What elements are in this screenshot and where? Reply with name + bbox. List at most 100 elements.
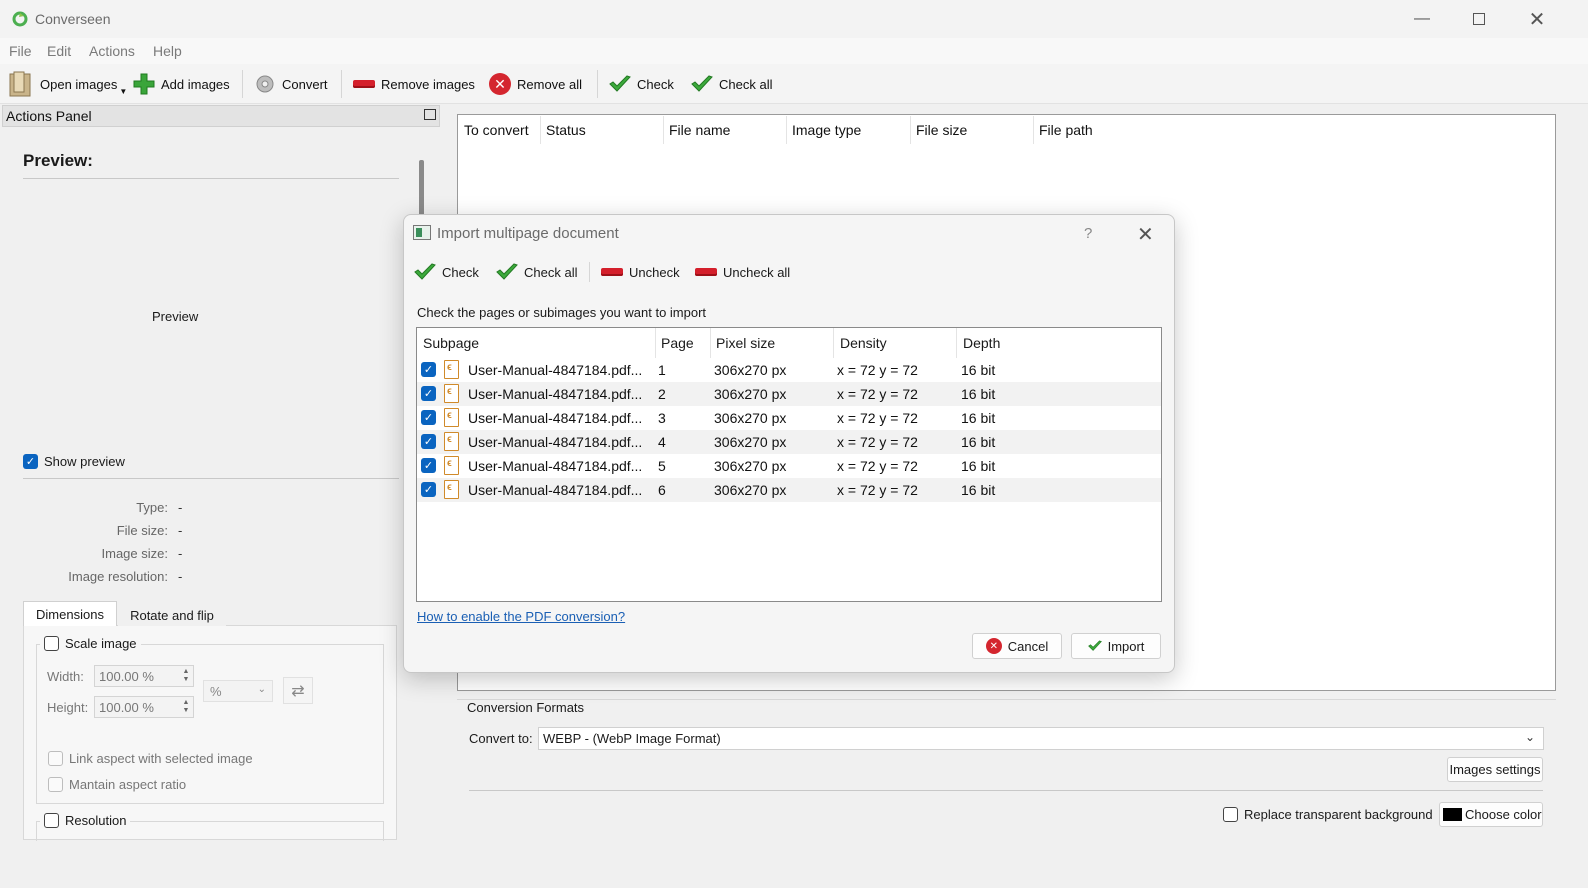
cancel-button[interactable]: ✕ Cancel	[972, 633, 1062, 659]
height-spinbox[interactable]: 100.00 % ▲ ▼	[94, 696, 194, 718]
subpage-name: User-Manual-4847184.pdf...	[468, 410, 643, 426]
tab-rotate-and-flip[interactable]: Rotate and flip	[118, 604, 226, 626]
col-to-convert[interactable]: To convert	[464, 122, 529, 138]
col-page[interactable]: Page	[661, 335, 694, 351]
width-value: 100.00 %	[99, 669, 154, 684]
scale-image-checkbox[interactable]	[44, 636, 59, 651]
format-value: WEBP - (WebP Image Format)	[543, 731, 721, 746]
add-images-button[interactable]: Add images	[133, 70, 230, 98]
dialog-app-icon-inner	[416, 228, 422, 237]
col-file-size[interactable]: File size	[916, 122, 967, 138]
replace-bg-checkbox[interactable]	[1223, 807, 1238, 822]
row-checkbox[interactable]: ✓	[421, 434, 436, 449]
width-label: Width:	[47, 669, 84, 684]
preview-heading: Preview:	[23, 151, 93, 170]
spin-arrows-icon[interactable]: ▲ ▼	[181, 668, 191, 684]
table-row[interactable]: ✓ ϵ User-Manual-4847184.pdf... 2 306x270…	[417, 382, 1161, 406]
open-images-button[interactable]: Open images ▼	[8, 70, 127, 98]
menu-help[interactable]: Help	[153, 43, 182, 59]
scale-image-label: Scale image	[65, 636, 137, 651]
check-button[interactable]: Check	[609, 70, 674, 98]
row-checkbox[interactable]: ✓	[421, 458, 436, 473]
tab-dimensions[interactable]: Dimensions	[23, 601, 117, 626]
col-image-type[interactable]: Image type	[792, 122, 861, 138]
maximize-button[interactable]	[1451, 0, 1507, 38]
dialog-check-all-button[interactable]: Check all	[496, 262, 577, 282]
width-spinbox[interactable]: 100.00 % ▲ ▼	[94, 665, 194, 687]
check-all-button[interactable]: Check all	[691, 70, 772, 98]
close-window-button[interactable]: ✕	[1509, 0, 1565, 38]
actions-panel-title: Actions Panel	[6, 108, 92, 124]
row-checkbox[interactable]: ✓	[421, 386, 436, 401]
swap-arrows-icon: ⇄	[291, 682, 305, 700]
depth: 16 bit	[961, 386, 996, 402]
minus-icon	[353, 80, 375, 88]
dialog-check-button[interactable]: Check	[414, 262, 479, 282]
row-checkbox[interactable]: ✓	[421, 362, 436, 377]
col-file-name[interactable]: File name	[669, 122, 730, 138]
height-value: 100.00 %	[99, 700, 154, 715]
col-pixel-size[interactable]: Pixel size	[716, 335, 775, 351]
col-file-path[interactable]: File path	[1039, 122, 1093, 138]
table-row[interactable]: ✓ ϵ User-Manual-4847184.pdf... 3 306x270…	[417, 406, 1161, 430]
table-row[interactable]: ✓ ϵ User-Manual-4847184.pdf... 1 306x270…	[417, 358, 1161, 382]
col-status[interactable]: Status	[546, 122, 586, 138]
table-row[interactable]: ✓ ϵ User-Manual-4847184.pdf... 5 306x270…	[417, 454, 1161, 478]
menu-file[interactable]: File	[9, 43, 32, 59]
depth: 16 bit	[961, 434, 996, 450]
show-preview-checkbox[interactable]: ✓	[23, 454, 38, 469]
column-separator	[956, 328, 957, 358]
color-swatch	[1443, 808, 1462, 821]
format-select[interactable]: WEBP - (WebP Image Format) ⌄	[538, 727, 1544, 750]
minimize-button[interactable]: —	[1394, 0, 1450, 38]
file-size-label: File size:	[116, 523, 168, 538]
file-size-value: -	[178, 523, 183, 538]
column-separator	[833, 328, 834, 358]
column-separator	[710, 328, 711, 358]
column-separator	[655, 328, 656, 358]
unit-select[interactable]: % ⌄	[203, 680, 273, 702]
dialog-close-button[interactable]: ✕	[1137, 222, 1154, 247]
divider	[469, 790, 1543, 791]
density: x = 72 y = 72	[837, 410, 918, 426]
dialog-uncheck-all-button[interactable]: Uncheck all	[695, 262, 790, 282]
dialog-instruction: Check the pages or subimages you want to…	[417, 305, 707, 320]
pdf-file-icon: ϵ	[444, 456, 459, 475]
table-row[interactable]: ✓ ϵ User-Manual-4847184.pdf... 6 306x270…	[417, 478, 1161, 502]
checkmark-icon	[609, 75, 631, 92]
convert-button[interactable]: Convert	[254, 70, 328, 98]
pdf-conversion-help-link[interactable]: How to enable the PDF conversion?	[417, 609, 625, 624]
col-density[interactable]: Density	[840, 335, 887, 351]
row-checkbox[interactable]: ✓	[421, 410, 436, 425]
panel-scrollbar[interactable]	[419, 160, 424, 222]
help-button[interactable]: ?	[1084, 225, 1092, 242]
float-panel-icon[interactable]	[424, 109, 436, 120]
col-subpage[interactable]: Subpage	[423, 335, 479, 351]
remove-all-button[interactable]: ✕ Remove all	[489, 70, 582, 98]
swap-dimensions-button[interactable]: ⇄	[283, 677, 313, 704]
dialog-check-label: Check	[442, 264, 479, 280]
images-settings-button[interactable]: Images settings	[1447, 757, 1543, 782]
resolution-checkbox[interactable]	[44, 813, 59, 828]
choose-color-button[interactable]: Choose color	[1439, 802, 1543, 827]
menu-edit[interactable]: Edit	[47, 43, 71, 59]
tab-dimensions-label: Dimensions	[36, 606, 104, 622]
table-row[interactable]: ✓ ϵ User-Manual-4847184.pdf... 4 306x270…	[417, 430, 1161, 454]
unit-value: %	[210, 684, 222, 699]
maintain-aspect-checkbox[interactable]	[48, 777, 63, 792]
remove-images-button[interactable]: Remove images	[353, 70, 475, 98]
subpage-name: User-Manual-4847184.pdf...	[468, 482, 643, 498]
open-folder-icon	[9, 71, 31, 97]
add-plus-icon	[133, 73, 155, 95]
link-aspect-checkbox[interactable]	[48, 751, 63, 766]
row-checkbox[interactable]: ✓	[421, 482, 436, 497]
check-all-label: Check all	[719, 76, 773, 92]
remove-images-label: Remove images	[381, 76, 475, 92]
spin-arrows-icon[interactable]: ▲ ▼	[181, 699, 191, 715]
pixel-size: 306x270 px	[714, 482, 787, 498]
menu-actions[interactable]: Actions	[89, 43, 135, 59]
import-button[interactable]: Import	[1071, 633, 1161, 659]
dialog-uncheck-button[interactable]: Uncheck	[601, 262, 680, 282]
col-depth[interactable]: Depth	[963, 335, 1000, 351]
toolbar-separator	[341, 70, 342, 98]
